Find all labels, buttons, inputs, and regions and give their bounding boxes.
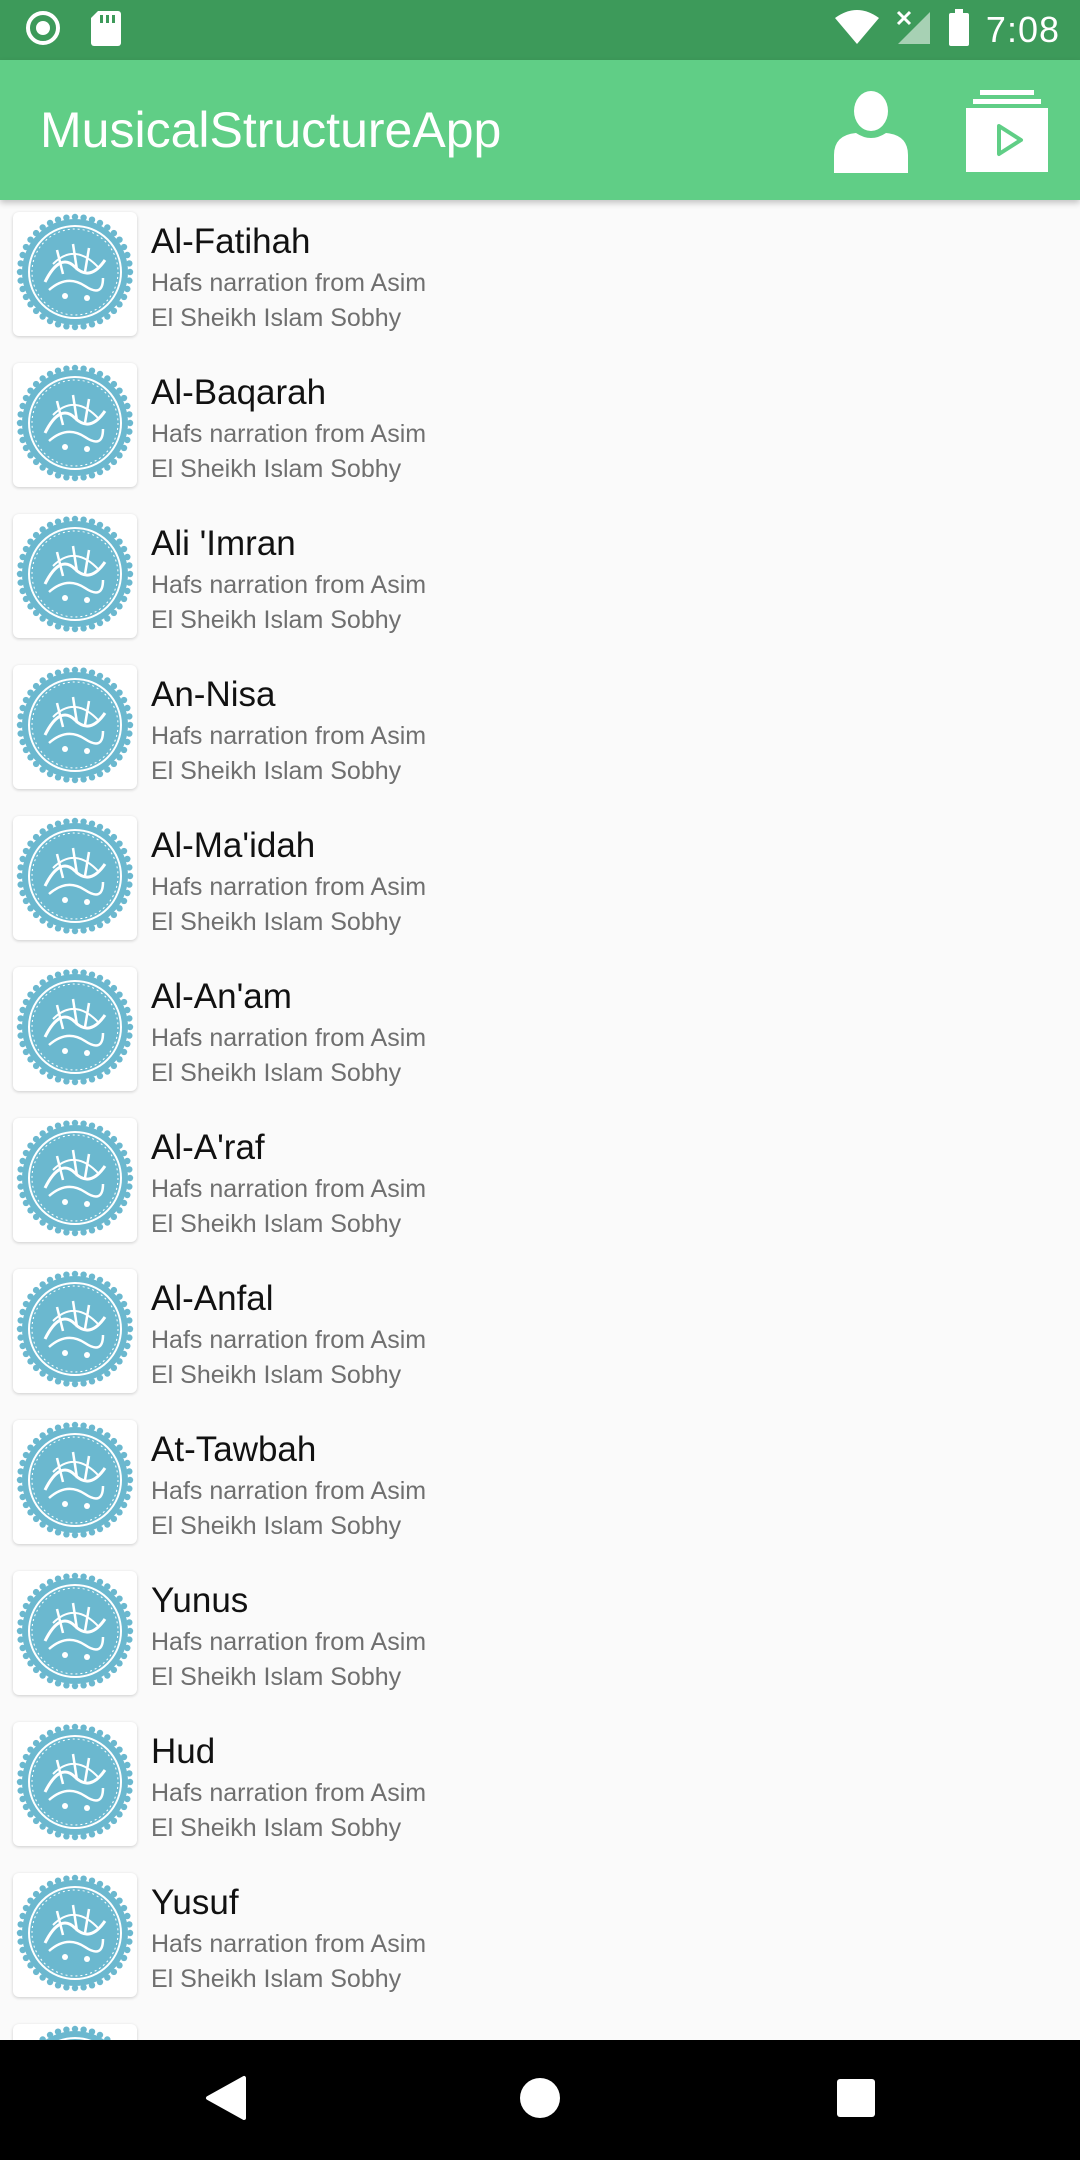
list-item[interactable]: Al-An'am Hafs narration from Asim El She… bbox=[0, 955, 1080, 1106]
track-thumbnail bbox=[13, 1118, 137, 1242]
track-narration: Hafs narration from Asim bbox=[151, 722, 427, 750]
track-thumbnail bbox=[13, 514, 137, 638]
person-icon bbox=[834, 89, 908, 178]
track-thumbnail bbox=[13, 1873, 137, 1997]
track-title: Al-Fatihah bbox=[151, 222, 311, 261]
recents-button[interactable] bbox=[816, 2060, 896, 2140]
track-thumbnail bbox=[13, 2024, 137, 2040]
track-thumbnail bbox=[13, 1420, 137, 1544]
track-narration: Hafs narration from Asim bbox=[151, 1779, 427, 1807]
track-reciter: El Sheikh Islam Sobhy bbox=[151, 1210, 402, 1238]
track-reciter: El Sheikh Islam Sobhy bbox=[151, 455, 402, 483]
app-title: MusicalStructureApp bbox=[40, 102, 502, 158]
quran-seal-icon bbox=[15, 1873, 135, 1998]
status-bar: 7:08 bbox=[0, 0, 1080, 60]
track-narration: Hafs narration from Asim bbox=[151, 1628, 427, 1656]
track-reciter: El Sheikh Islam Sobhy bbox=[151, 1663, 402, 1691]
track-narration: Hafs narration from Asim bbox=[151, 1930, 427, 1958]
list-item[interactable]: Ali 'Imran Hafs narration from Asim El S… bbox=[0, 502, 1080, 653]
track-title: An-Nisa bbox=[151, 675, 276, 714]
app-bar: MusicalStructureApp bbox=[0, 60, 1080, 200]
navigation-bar bbox=[0, 2040, 1080, 2160]
list-item[interactable]: Hud Hafs narration from Asim El Sheikh I… bbox=[0, 1710, 1080, 1861]
recents-icon bbox=[836, 2078, 876, 2123]
track-narration: Hafs narration from Asim bbox=[151, 269, 427, 297]
battery-icon bbox=[948, 8, 970, 52]
track-reciter: El Sheikh Islam Sobhy bbox=[151, 304, 402, 332]
track-narration: Hafs narration from Asim bbox=[151, 571, 427, 599]
list-item[interactable]: Yunus Hafs narration from Asim El Sheikh… bbox=[0, 1559, 1080, 1710]
quran-seal-icon bbox=[15, 1722, 135, 1847]
track-title: Al-Anfal bbox=[151, 1279, 274, 1318]
now-playing-button[interactable] bbox=[962, 88, 1052, 178]
quran-seal-icon bbox=[15, 1118, 135, 1243]
track-reciter: El Sheikh Islam Sobhy bbox=[151, 1059, 402, 1087]
sd-card-icon bbox=[90, 9, 122, 52]
track-reciter: El Sheikh Islam Sobhy bbox=[151, 606, 402, 634]
track-narration: Hafs narration from Asim bbox=[151, 420, 427, 448]
status-time: 7:08 bbox=[985, 9, 1060, 50]
quran-seal-icon bbox=[15, 2024, 135, 2040]
home-button[interactable] bbox=[500, 2060, 580, 2140]
quran-seal-icon bbox=[15, 816, 135, 941]
profile-button[interactable] bbox=[826, 88, 916, 178]
playlist-play-icon bbox=[966, 89, 1048, 177]
track-thumbnail bbox=[13, 1722, 137, 1846]
track-reciter: El Sheikh Islam Sobhy bbox=[151, 1814, 402, 1842]
track-title: At-Tawbah bbox=[151, 1430, 317, 1469]
quran-seal-icon bbox=[15, 212, 135, 337]
list-item[interactable]: At-Tawbah Hafs narration from Asim El Sh… bbox=[0, 1408, 1080, 1559]
quran-seal-icon bbox=[15, 1571, 135, 1696]
list-item[interactable]: Al-Ma'idah Hafs narration from Asim El S… bbox=[0, 804, 1080, 955]
track-narration: Hafs narration from Asim bbox=[151, 1024, 427, 1052]
track-list[interactable]: Al-Fatihah Hafs narration from Asim El S… bbox=[0, 200, 1080, 2040]
quran-seal-icon bbox=[15, 1269, 135, 1394]
list-item[interactable]: Al-Baqarah Hafs narration from Asim El S… bbox=[0, 351, 1080, 502]
track-thumbnail bbox=[13, 1269, 137, 1393]
back-icon bbox=[204, 2075, 248, 2126]
track-narration: Hafs narration from Asim bbox=[151, 873, 427, 901]
track-title: Al-Baqarah bbox=[151, 373, 327, 412]
quran-seal-icon bbox=[15, 363, 135, 488]
track-narration: Hafs narration from Asim bbox=[151, 1326, 427, 1354]
wifi-icon bbox=[834, 9, 880, 51]
quran-seal-icon bbox=[15, 1420, 135, 1545]
circle-notification-icon bbox=[24, 9, 62, 52]
track-reciter: El Sheikh Islam Sobhy bbox=[151, 1512, 402, 1540]
list-item[interactable]: An-Nisa Hafs narration from Asim El Shei… bbox=[0, 653, 1080, 804]
track-title: Hud bbox=[151, 1732, 216, 1771]
quran-seal-icon bbox=[15, 665, 135, 790]
back-button[interactable] bbox=[186, 2060, 266, 2140]
track-thumbnail bbox=[13, 1571, 137, 1695]
list-item[interactable]: Al-Fatihah Hafs narration from Asim El S… bbox=[0, 200, 1080, 351]
track-title: Al-A'raf bbox=[151, 1128, 265, 1167]
track-reciter: El Sheikh Islam Sobhy bbox=[151, 908, 402, 936]
track-thumbnail bbox=[13, 212, 137, 336]
list-item[interactable] bbox=[0, 2012, 1080, 2040]
track-thumbnail bbox=[13, 816, 137, 940]
track-reciter: El Sheikh Islam Sobhy bbox=[151, 757, 402, 785]
home-icon bbox=[518, 2076, 562, 2125]
list-item[interactable]: Al-A'raf Hafs narration from Asim El She… bbox=[0, 1106, 1080, 1257]
track-reciter: El Sheikh Islam Sobhy bbox=[151, 1965, 402, 1993]
track-thumbnail bbox=[13, 665, 137, 789]
track-narration: Hafs narration from Asim bbox=[151, 1175, 427, 1203]
list-item[interactable]: Al-Anfal Hafs narration from Asim El She… bbox=[0, 1257, 1080, 1408]
track-title: Al-An'am bbox=[151, 977, 292, 1016]
list-item[interactable]: Yusuf Hafs narration from Asim El Sheikh… bbox=[0, 1861, 1080, 2012]
cell-signal-off-icon bbox=[896, 10, 932, 51]
track-reciter: El Sheikh Islam Sobhy bbox=[151, 1361, 402, 1389]
track-narration: Hafs narration from Asim bbox=[151, 1477, 427, 1505]
track-title: Yunus bbox=[151, 1581, 249, 1620]
track-title: Yusuf bbox=[151, 1883, 239, 1922]
track-thumbnail bbox=[13, 967, 137, 1091]
track-title: Ali 'Imran bbox=[151, 524, 296, 563]
quran-seal-icon bbox=[15, 514, 135, 639]
track-thumbnail bbox=[13, 363, 137, 487]
track-title: Al-Ma'idah bbox=[151, 826, 316, 865]
quran-seal-icon bbox=[15, 967, 135, 1092]
